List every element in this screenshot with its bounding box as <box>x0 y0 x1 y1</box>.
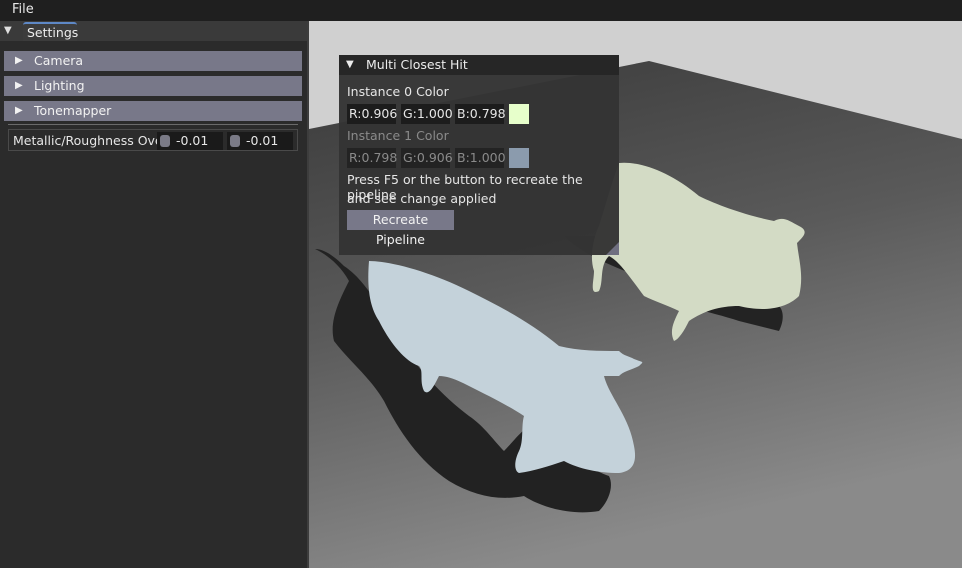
slider-grab-handle[interactable] <box>230 135 240 147</box>
collapsed-arrow-icon: ▶ <box>15 80 23 91</box>
slider-grab-handle[interactable] <box>160 135 170 147</box>
tab-settings[interactable]: Settings <box>23 22 78 41</box>
collapsed-arrow-icon: ▶ <box>15 55 23 66</box>
instance-1-color-label: Instance 1 Color <box>347 128 449 143</box>
instance-1-blue-field: B:1.000 <box>455 148 506 168</box>
metallic-override-slider[interactable]: -0.01 <box>157 132 223 150</box>
multi-closest-hit-window: ▼ Multi Closest Hit Instance 0 Color R:0… <box>339 55 619 255</box>
help-text-line-2: and see change applied <box>347 191 497 206</box>
roughness-override-value: -0.01 <box>246 133 279 148</box>
divider <box>8 124 298 125</box>
settings-panel: ▼ Settings ▶ Camera ▶ Lighting ▶ Tonemap… <box>0 21 307 568</box>
window-title: Multi Closest Hit <box>366 57 468 72</box>
metallic-roughness-override-row: Metallic/Roughness Ove -0.01 -0.01 <box>8 129 298 151</box>
instance-1-color-swatch <box>509 148 529 168</box>
instance-0-color-label: Instance 0 Color <box>347 84 449 99</box>
menu-bar: File <box>0 0 962 21</box>
settings-titlebar: ▼ Settings <box>0 21 307 41</box>
metallic-override-value: -0.01 <box>176 133 209 148</box>
metallic-roughness-label: Metallic/Roughness Ove <box>13 133 163 148</box>
recreate-pipeline-button[interactable]: Recreate Pipeline <box>347 210 454 247</box>
section-lighting-label: Lighting <box>34 78 85 93</box>
tab-list-icon[interactable]: ▼ <box>4 25 18 37</box>
instance-0-red-field[interactable]: R:0.906 <box>347 104 397 124</box>
instance-0-blue-field[interactable]: B:0.798 <box>455 104 506 124</box>
roughness-override-slider[interactable]: -0.01 <box>227 132 293 150</box>
section-lighting[interactable]: ▶ Lighting <box>4 76 302 96</box>
file-menu[interactable]: File <box>12 2 34 17</box>
collapsed-arrow-icon: ▶ <box>15 105 23 116</box>
instance-0-color-swatch[interactable] <box>509 104 529 124</box>
instance-1-red-field: R:0.798 <box>347 148 397 168</box>
section-camera-label: Camera <box>34 53 84 68</box>
window-resize-grip[interactable] <box>606 242 619 255</box>
window-titlebar[interactable]: ▼ Multi Closest Hit <box>339 55 619 75</box>
instance-1-green-field: G:0.906 <box>401 148 453 168</box>
section-tonemapper[interactable]: ▶ Tonemapper <box>4 101 302 121</box>
collapse-arrow-icon[interactable]: ▼ <box>346 55 354 75</box>
section-camera[interactable]: ▶ Camera <box>4 51 302 71</box>
instance-0-green-field[interactable]: G:1.000 <box>401 104 453 124</box>
section-tonemapper-label: Tonemapper <box>34 103 112 118</box>
